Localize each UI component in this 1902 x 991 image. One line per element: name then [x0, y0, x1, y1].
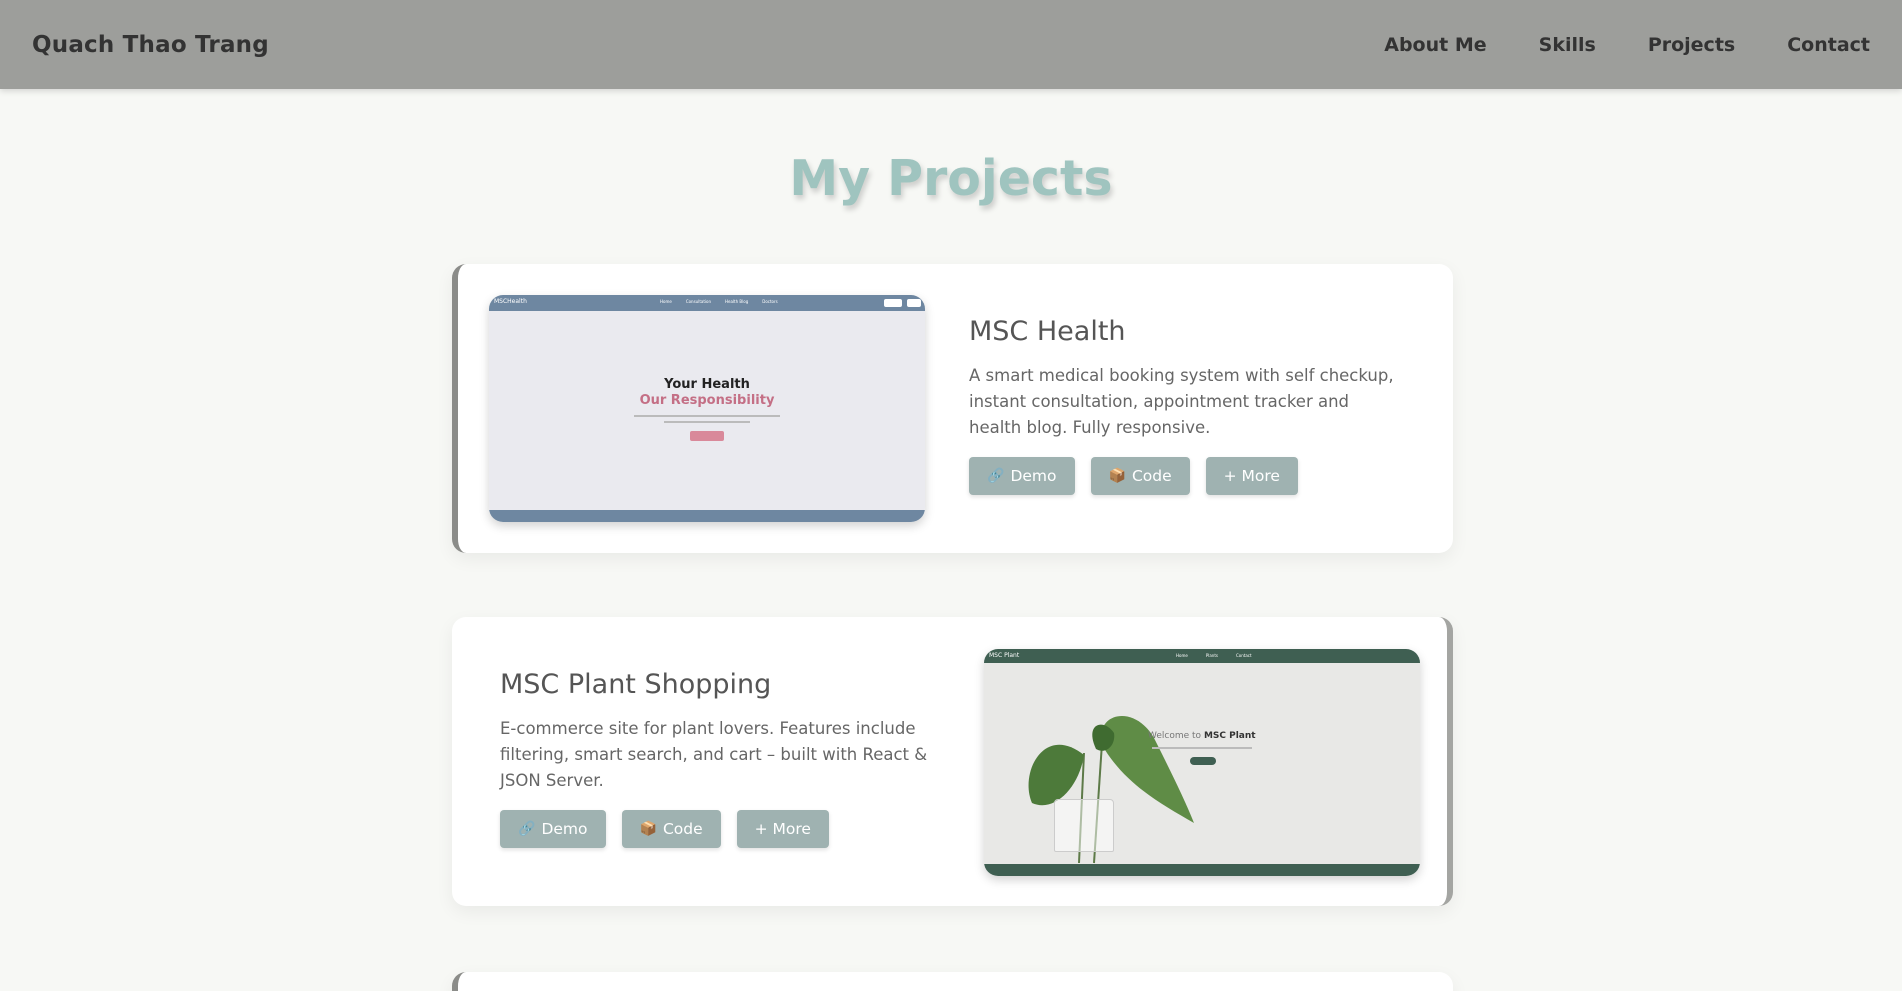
screenshot-text-line — [634, 415, 780, 417]
project-actions: 🔗 Demo 📦 Code + More — [969, 457, 1399, 495]
more-button[interactable]: + More — [736, 810, 829, 848]
nav-about-me[interactable]: About Me — [1384, 34, 1486, 56]
nav-contact[interactable]: Contact — [1787, 34, 1870, 56]
screenshot-footer — [984, 864, 1420, 876]
screenshot-navbar: MSC Plant Home Plants Contact — [984, 649, 1420, 663]
page-title: My Projects — [789, 150, 1113, 207]
screenshot-button — [907, 299, 921, 307]
project-card-partial — [452, 972, 1453, 991]
link-icon: 🔗 — [518, 821, 536, 837]
more-button[interactable]: + More — [1205, 457, 1298, 495]
screenshot-text-line — [664, 421, 750, 423]
welcome-prefix: Welcome to — [1148, 731, 1202, 741]
screenshot-link: Plants — [1205, 653, 1218, 658]
code-button[interactable]: 📦 Code — [621, 810, 721, 848]
package-icon: 📦 — [1108, 468, 1126, 484]
demo-label: Demo — [541, 820, 588, 838]
screenshot-footer — [489, 510, 925, 522]
site-header: Quach Thao Trang About Me Skills Project… — [0, 0, 1902, 89]
screenshot-link: Contact — [1235, 653, 1252, 658]
demo-button[interactable]: 🔗 Demo — [969, 457, 1075, 495]
nav-projects[interactable]: Projects — [1648, 34, 1735, 56]
project-card-msc-plant: MSC Plant Shopping E-commerce site for p… — [452, 617, 1453, 906]
screenshot-link: Home — [1176, 653, 1188, 658]
code-label: Code — [1131, 467, 1172, 485]
screenshot-welcome: Welcome to MSC Plant — [1148, 731, 1256, 741]
package-icon: 📦 — [639, 821, 657, 837]
project-description: A smart medical booking system with self… — [969, 366, 1394, 437]
screenshot-link: Home — [660, 299, 672, 304]
project-card-msc-health: MSCHealth Home Consultation Health Blog … — [452, 264, 1453, 553]
screenshot-hero — [489, 311, 925, 510]
screenshot-cta — [690, 431, 724, 441]
screenshot-logo: MSCHealth — [494, 298, 527, 305]
screenshot-button — [884, 299, 902, 307]
screenshot-text-line — [1152, 747, 1252, 749]
demo-label: Demo — [1010, 467, 1057, 485]
screenshot-headline: Your Health — [664, 377, 750, 392]
site-brand[interactable]: Quach Thao Trang — [32, 32, 269, 58]
screenshot-navbar: MSCHealth Home Consultation Health Blog … — [489, 295, 925, 311]
nav-skills[interactable]: Skills — [1539, 34, 1596, 56]
project-screenshot: MSC Plant Home Plants Contact Welcome to… — [984, 649, 1420, 876]
project-info: MSC Plant Shopping E-commerce site for p… — [500, 669, 930, 848]
link-icon: 🔗 — [987, 468, 1005, 484]
project-screenshot: MSCHealth Home Consultation Health Blog … — [489, 295, 925, 522]
screenshot-link: Consultation — [685, 299, 711, 304]
project-description: E-commerce site for plant lovers. Featur… — [500, 719, 928, 790]
screenshot-links: Home Consultation Health Blog Doctors — [660, 299, 778, 304]
demo-button[interactable]: 🔗 Demo — [500, 810, 606, 848]
screenshot-subheadline: Our Responsibility — [639, 393, 775, 408]
more-label: + More — [1223, 467, 1280, 485]
project-info: MSC Health A smart medical booking syste… — [969, 316, 1399, 495]
welcome-brand: MSC Plant — [1203, 731, 1256, 741]
code-label: Code — [662, 820, 703, 838]
screenshot-link: Health Blog — [725, 299, 749, 304]
project-title: MSC Plant Shopping — [500, 669, 772, 700]
more-label: + More — [754, 820, 811, 838]
main-nav: About Me Skills Projects Contact — [1384, 34, 1870, 56]
screenshot-cta — [1190, 757, 1216, 765]
code-button[interactable]: 📦 Code — [1090, 457, 1190, 495]
screenshot-logo: MSC Plant — [989, 652, 1020, 659]
vase-illustration — [1054, 799, 1114, 852]
screenshot-link: Doctors — [762, 299, 778, 304]
project-title: MSC Health — [969, 316, 1126, 347]
screenshot-links: Home Plants Contact — [1176, 653, 1252, 658]
project-actions: 🔗 Demo 📦 Code + More — [500, 810, 930, 848]
